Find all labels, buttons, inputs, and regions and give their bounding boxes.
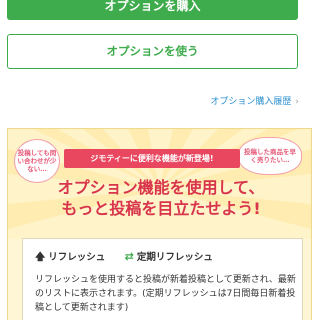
- bubble-right-text: 投稿した商品を早く売りたい…: [244, 148, 296, 164]
- option-purchase-history-link[interactable]: オプション購入履歴 ›: [210, 94, 299, 107]
- bubble-left-text: 投稿しても問い合わせが少ない…: [17, 149, 57, 173]
- buy-option-button[interactable]: オプションを購入: [7, 0, 298, 20]
- promo-banner: 投稿しても問い合わせが少ない… 投稿した商品を早く売りたい… ジモティーに便利な…: [8, 129, 311, 239]
- periodic-refresh-item: ⇄ 定期リフレッシュ: [125, 249, 213, 263]
- arrow-up-icon: 🡅: [35, 252, 46, 263]
- chevron-right-icon: ›: [295, 97, 299, 107]
- refresh-label: リフレッシュ: [48, 252, 106, 263]
- refresh-item: 🡅 リフレッシュ: [35, 249, 105, 267]
- speech-bubble-sell-fast: 投稿した商品を早く売りたい…: [238, 137, 302, 175]
- promo-headline: オプション機能を使用して、 もっと投稿を目立たせよう!: [16, 177, 306, 219]
- headline-line-1: オプション機能を使用して、: [57, 178, 265, 197]
- cycle-arrows-icon: ⇄: [124, 250, 134, 263]
- history-link-label[interactable]: オプション購入履歴: [210, 97, 291, 107]
- feature-tabs: 🡅 リフレッシュ ⇄ 定期リフレッシュ: [35, 249, 229, 267]
- use-option-button[interactable]: オプションを使う: [7, 34, 298, 69]
- headline-line-2: もっと投稿を目立たせよう!: [61, 199, 261, 218]
- new-feature-ribbon: ジモティーに便利な機能が新登場!: [64, 149, 240, 168]
- refresh-description: リフレッシュを使用すると投稿が新着投稿として更新され、最新のリストに表示されます…: [35, 275, 296, 313]
- refresh-feature-box: 🡅 リフレッシュ ⇄ 定期リフレッシュ リフレッシュを使用すると投稿が新着投稿として…: [22, 238, 303, 320]
- periodic-refresh-label: 定期リフレッシュ: [136, 252, 213, 263]
